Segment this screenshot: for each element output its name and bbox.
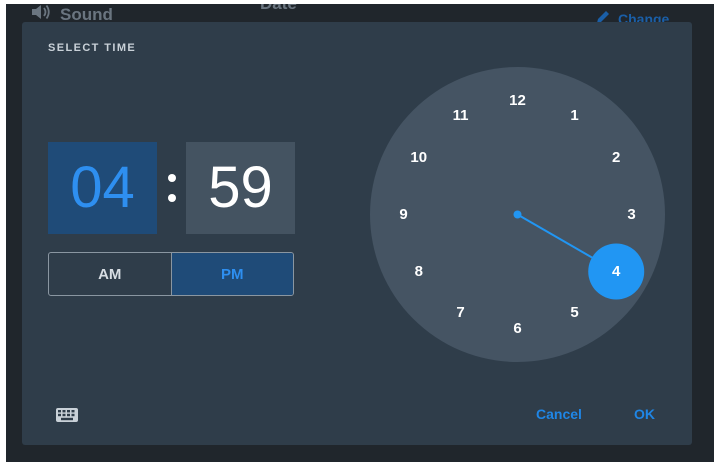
clock-number-4[interactable]: 4: [601, 262, 631, 282]
select-time-dialog: SELECT TIME 04 59 AM PM 12 1 2 3 4 5 6 7 8 9 10 11: [22, 22, 692, 445]
ok-button[interactable]: OK: [634, 406, 655, 422]
clock-number-2[interactable]: 2: [601, 148, 631, 168]
cancel-button[interactable]: Cancel: [536, 406, 582, 422]
app-window: Sound Date Change SELECT TIME 04 59 AM P…: [6, 4, 714, 462]
clock-number-6[interactable]: 6: [503, 319, 533, 339]
clock-number-1[interactable]: 1: [560, 106, 590, 126]
keyboard-icon[interactable]: [56, 408, 78, 422]
minute-field[interactable]: 59: [186, 142, 295, 234]
time-separator: [165, 162, 179, 212]
clock-number-11[interactable]: 11: [446, 106, 476, 126]
separator-dot-bottom: [168, 194, 176, 202]
clock-number-12[interactable]: 12: [503, 91, 533, 111]
clock-number-8[interactable]: 8: [404, 262, 434, 282]
clock-number-10[interactable]: 10: [404, 148, 434, 168]
separator-dot-top: [168, 174, 176, 182]
clock-number-3[interactable]: 3: [617, 205, 647, 225]
clock-number-7[interactable]: 7: [446, 303, 476, 323]
clock-face[interactable]: 12 1 2 3 4 5 6 7 8 9 10 11: [370, 67, 665, 362]
clock-number-5[interactable]: 5: [560, 303, 590, 323]
dialog-title: SELECT TIME: [48, 42, 137, 54]
clock-number-9[interactable]: 9: [389, 205, 419, 225]
pm-button[interactable]: PM: [171, 253, 293, 295]
am-button[interactable]: AM: [49, 253, 172, 295]
hour-field[interactable]: 04: [48, 142, 157, 234]
clock-center-dot: [513, 210, 522, 219]
background-date-label: Date: [260, 4, 297, 14]
am-pm-toggle: AM PM: [48, 252, 294, 296]
